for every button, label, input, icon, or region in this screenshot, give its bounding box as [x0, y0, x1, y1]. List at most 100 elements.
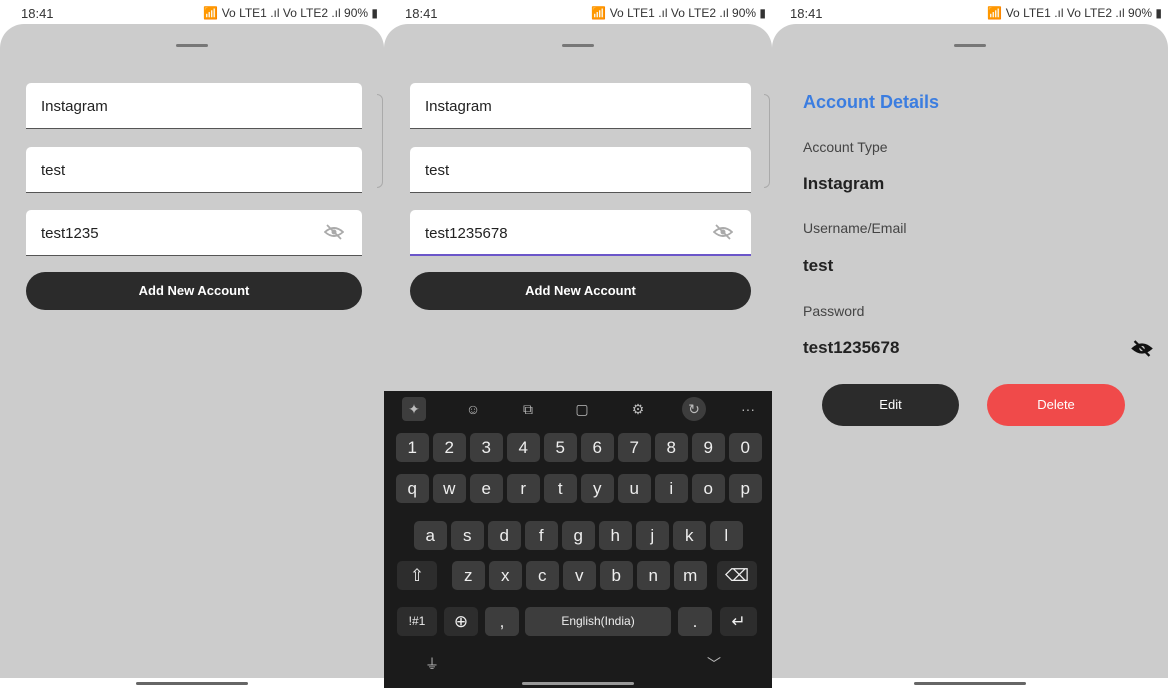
shift-key[interactable]: ⇧	[397, 561, 437, 590]
key-v[interactable]: v	[563, 561, 596, 590]
key-comma[interactable]: ,	[485, 607, 519, 636]
key-0[interactable]: 0	[729, 433, 762, 462]
key-i[interactable]: i	[655, 474, 688, 503]
symbols-key[interactable]: !#1	[397, 607, 437, 636]
status-bar: 18:41 📶 Vo LTE1 .ıl Vo LTE2 .ıl 90% ▮	[0, 0, 384, 24]
key-p[interactable]: p	[729, 474, 762, 503]
key-3[interactable]: 3	[470, 433, 503, 462]
account-type-value: Instagram	[425, 98, 492, 115]
status-icons: 📶 Vo LTE1 .ıl Vo LTE2 .ıl 90% ▮	[591, 6, 766, 20]
key-w[interactable]: w	[433, 474, 466, 503]
key-b[interactable]: b	[600, 561, 633, 590]
account-type-field[interactable]: Instagram	[410, 83, 751, 129]
status-icons: 📶 Vo LTE1 .ıl Vo LTE2 .ıl 90% ▮	[203, 6, 378, 20]
wifi-icon: 📶	[987, 6, 1003, 20]
password-field[interactable]: test1235678	[410, 210, 751, 256]
add-account-button[interactable]: Add New Account	[26, 272, 362, 310]
clipboard-icon[interactable]: ▢	[570, 397, 594, 421]
key-n[interactable]: n	[637, 561, 670, 590]
key-4[interactable]: 4	[507, 433, 540, 462]
screen-add-account: 18:41 📶 Vo LTE1 .ıl Vo LTE2 .ıl 90% ▮ In…	[0, 0, 384, 688]
more-icon[interactable]: ···	[736, 397, 760, 421]
key-6[interactable]: 6	[581, 433, 614, 462]
key-u[interactable]: u	[618, 474, 651, 503]
eye-off-icon[interactable]	[324, 224, 344, 240]
screen-add-account-keyboard: 18:41 📶 Vo LTE1 .ıl Vo LTE2 .ıl 90% ▮ In…	[384, 0, 772, 688]
key-z[interactable]: z	[452, 561, 485, 590]
status-time: 18:41	[790, 6, 823, 21]
eye-off-icon[interactable]	[1131, 340, 1153, 357]
key-l[interactable]: l	[710, 521, 743, 550]
key-d[interactable]: d	[488, 521, 521, 550]
drag-handle[interactable]	[562, 44, 594, 47]
key-j[interactable]: j	[636, 521, 669, 550]
emoji-icon[interactable]: ☺	[461, 397, 485, 421]
status-bar: 18:41 📶 Vo LTE1 .ıl Vo LTE2 .ıl 90% ▮	[384, 0, 772, 24]
status-bar: 18:41 📶 Vo LTE1 .ıl Vo LTE2 .ıl 90% ▮	[772, 0, 1168, 24]
battery-icon: ▮	[1155, 6, 1162, 20]
home-indicator[interactable]	[522, 682, 634, 685]
home-indicator[interactable]	[914, 682, 1026, 685]
key-9[interactable]: 9	[692, 433, 725, 462]
mic-icon[interactable]: ⏚	[420, 652, 444, 676]
add-account-button[interactable]: Add New Account	[410, 272, 751, 310]
mode-icon[interactable]: ↻	[682, 397, 706, 421]
enter-key[interactable]: ↵	[720, 607, 757, 636]
status-time: 18:41	[21, 6, 54, 21]
battery-text: 90%	[732, 6, 757, 20]
account-type-field[interactable]: Instagram	[26, 83, 362, 129]
key-o[interactable]: o	[692, 474, 725, 503]
home-bar	[0, 678, 384, 688]
key-h[interactable]: h	[599, 521, 632, 550]
bottom-sheet: Instagram test test1235 Add New Account	[0, 24, 384, 678]
key-period[interactable]: .	[678, 607, 712, 636]
signal-text: Vo LTE1 .ıl Vo LTE2 .ıl	[1005, 6, 1125, 20]
key-f[interactable]: f	[525, 521, 558, 550]
key-g[interactable]: g	[562, 521, 595, 550]
key-2[interactable]: 2	[433, 433, 466, 462]
key-a[interactable]: a	[414, 521, 447, 550]
drag-handle[interactable]	[176, 44, 208, 47]
signal-text: Vo LTE1 .ıl Vo LTE2 .ıl	[221, 6, 341, 20]
translate-icon[interactable]: ⧉	[516, 397, 540, 421]
key-t[interactable]: t	[544, 474, 577, 503]
password-field[interactable]: test1235	[26, 210, 362, 256]
space-key[interactable]: English(India)	[525, 607, 671, 636]
key-y[interactable]: y	[581, 474, 614, 503]
collapse-keyboard-icon[interactable]: ﹀	[702, 652, 726, 676]
scroll-indicator	[764, 94, 770, 188]
key-8[interactable]: 8	[655, 433, 688, 462]
battery-icon: ▮	[371, 6, 378, 20]
globe-icon[interactable]: ⊕	[444, 607, 478, 636]
screen-account-details: 18:41 📶 Vo LTE1 .ıl Vo LTE2 .ıl 90% ▮ Ac…	[772, 0, 1168, 688]
delete-button[interactable]: Delete	[987, 384, 1125, 426]
wifi-icon: 📶	[203, 6, 219, 20]
key-1[interactable]: 1	[396, 433, 429, 462]
key-r[interactable]: r	[507, 474, 540, 503]
keyboard-bottom-bar: ⏚ ﹀	[384, 644, 772, 688]
drag-handle[interactable]	[954, 44, 986, 47]
password-value: test1235	[41, 225, 99, 242]
username-field[interactable]: test	[410, 147, 751, 193]
key-e[interactable]: e	[470, 474, 503, 503]
sparkle-icon[interactable]: ✦	[402, 397, 426, 421]
username-field[interactable]: test	[26, 147, 362, 193]
settings-icon[interactable]: ⚙	[626, 397, 650, 421]
account-type-label: Account Type	[803, 139, 888, 155]
account-type-value: Instagram	[41, 98, 108, 115]
key-q[interactable]: q	[396, 474, 429, 503]
keyboard-toolbar: ✦ ☺ ⧉ ▢ ⚙ ↻ ···	[384, 391, 772, 427]
key-5[interactable]: 5	[544, 433, 577, 462]
key-x[interactable]: x	[489, 561, 522, 590]
key-7[interactable]: 7	[618, 433, 651, 462]
backspace-key[interactable]: ⌫	[717, 561, 757, 590]
eye-off-icon[interactable]	[713, 224, 733, 240]
signal-text: Vo LTE1 .ıl Vo LTE2 .ıl	[609, 6, 729, 20]
key-s[interactable]: s	[451, 521, 484, 550]
key-k[interactable]: k	[673, 521, 706, 550]
edit-button[interactable]: Edit	[822, 384, 959, 426]
details-title: Account Details	[803, 92, 940, 112]
key-c[interactable]: c	[526, 561, 559, 590]
key-m[interactable]: m	[674, 561, 707, 590]
home-indicator[interactable]	[136, 682, 248, 685]
